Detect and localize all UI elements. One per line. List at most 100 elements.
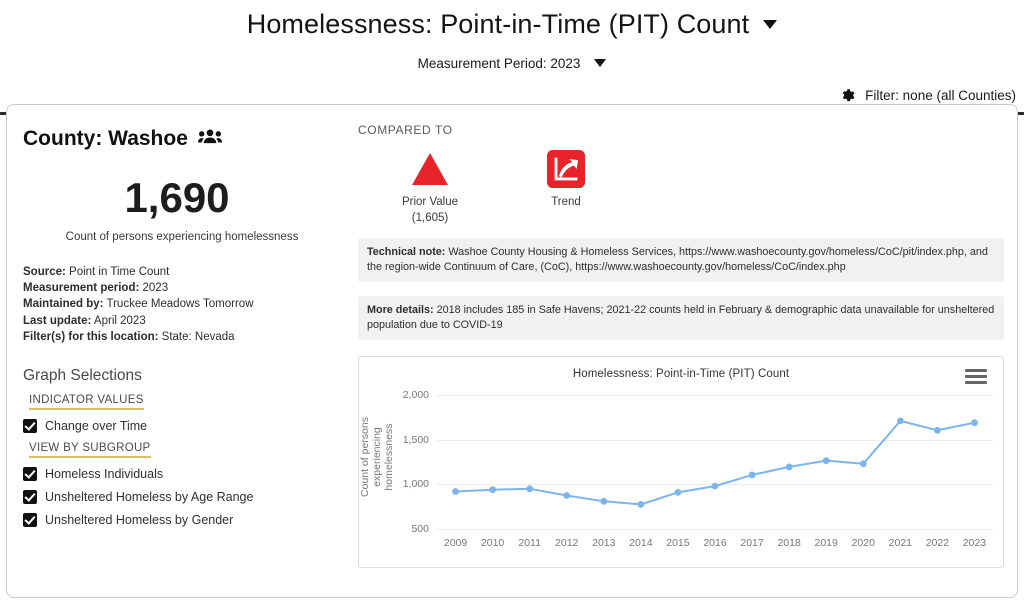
warning-triangle-icon	[386, 149, 474, 189]
more-details-key: More details:	[367, 304, 434, 316]
chart-x-tick-label: 2015	[666, 537, 690, 549]
chart-x-tick-label: 2023	[962, 537, 987, 549]
checkbox-row-homeless-individuals[interactable]: Homeless Individuals	[23, 467, 353, 482]
chart-data-point[interactable]	[489, 486, 496, 494]
checkbox-unsheltered-by-gender[interactable]	[23, 513, 37, 528]
left-panel: County: Washoe 1,690 Count of persons ex…	[23, 127, 353, 528]
chart-x-tick-label: 2013	[592, 537, 616, 549]
chart-data-point[interactable]	[748, 471, 756, 479]
chart-y-tick-label: 500	[411, 523, 429, 535]
page-header: Homelessness: Point-in-Time (PIT) Count …	[0, 0, 1024, 115]
chart-x-tick-label: 2017	[740, 537, 764, 549]
chart-x-tick-label: 2022	[925, 537, 950, 549]
more-details-note: More details: 2018 includes 185 in Safe …	[358, 296, 1004, 340]
checkbox-row-change-over-time[interactable]: Change over Time	[23, 419, 353, 434]
county-title-label: County: Washoe	[23, 127, 188, 150]
chart-data-point[interactable]	[971, 419, 978, 427]
metadata-key: Measurement period:	[23, 282, 140, 295]
more-details-value: 2018 includes 185 in Safe Havens; 2021-2…	[367, 304, 995, 331]
metadata-row: Maintained by: Truckee Meadows Tomorrow	[23, 296, 353, 312]
indicator-value-caption: Count of persons experiencing homelessne…	[65, 231, 299, 243]
gear-icon[interactable]	[840, 88, 855, 103]
right-panel: COMPARED TO Prior Value (1,605) Trend Te…	[358, 123, 1008, 568]
checkbox-label-homeless-individuals: Homeless Individuals	[45, 467, 164, 482]
chart-data-point[interactable]	[526, 485, 534, 493]
chart-y-axis-title-line2: homelessness	[383, 423, 395, 491]
chart-gridline	[437, 529, 993, 530]
checkbox-label-unsheltered-by-gender: Unsheltered Homeless by Gender	[45, 513, 234, 528]
chart-x-tick-label: 2019	[814, 537, 838, 549]
chart-data-point[interactable]	[896, 417, 904, 425]
chart-x-tick-label: 2016	[703, 537, 727, 549]
metadata-key: Last update:	[23, 314, 92, 327]
hamburger-line	[965, 380, 987, 384]
filter-row[interactable]: Filter: none (all Counties)	[0, 84, 1024, 106]
chart-y-axis-title-line1: Count of persons experiencing	[359, 417, 383, 497]
metadata-row: Source: Point in Time Count	[23, 264, 353, 280]
chart-data-point[interactable]	[822, 457, 830, 465]
chart-x-axis-labels: 2009 2010 2011 2012 2013 2014 2015 2016 2017 2018…	[437, 537, 993, 553]
chart-container: Homelessness: Point-in-Time (PIT) Count …	[358, 356, 1004, 568]
technical-note-key: Technical note:	[367, 246, 446, 258]
checkbox-unsheltered-by-age-range[interactable]	[23, 490, 37, 505]
chart-data-point[interactable]	[563, 492, 571, 499]
metadata-key: Filter(s) for this location:	[23, 330, 159, 343]
chart-y-tick-label: 2,000	[402, 389, 429, 401]
chart-x-tick-label: 2020	[851, 537, 875, 549]
metadata-value: Truckee Meadows Tomorrow	[103, 298, 254, 311]
indicator-values-heading: INDICATOR VALUES	[29, 394, 144, 411]
compare-items: Prior Value (1,605) Trend	[358, 149, 1008, 224]
metadata-key: Source:	[23, 266, 66, 278]
chart-x-tick-label: 2011	[518, 537, 541, 549]
metadata-list: Source: Point in Time Count Measurement …	[23, 264, 353, 345]
hamburger-menu-icon[interactable]	[965, 369, 987, 387]
chart-data-point[interactable]	[674, 488, 682, 496]
measurement-period-label: Measurement Period: 2023	[417, 55, 581, 71]
metadata-key: Maintained by:	[23, 298, 104, 311]
chart-data-point[interactable]	[452, 488, 459, 495]
chart-data-point[interactable]	[785, 463, 793, 471]
metadata-value: 2023	[139, 282, 169, 295]
page-title-row: Homelessness: Point-in-Time (PIT) Count	[0, 4, 1024, 44]
metadata-row: Measurement period: 2023	[23, 280, 353, 296]
chart-data-point[interactable]	[711, 482, 719, 490]
chart-data-point[interactable]	[637, 501, 645, 508]
technical-note: Technical note: Washoe County Housing & …	[358, 238, 1004, 282]
chart-x-tick-label: 2010	[480, 537, 505, 549]
indicator-dropdown-caret-icon[interactable]	[763, 19, 778, 29]
metadata-value: April 2023	[91, 314, 146, 327]
chart-data-point[interactable]	[859, 460, 867, 468]
compared-to-heading: COMPARED TO	[358, 123, 453, 137]
compare-item-prior-value[interactable]: Prior Value (1,605)	[386, 149, 474, 224]
filter-status-label: Filter: none (all Counties)	[865, 87, 1016, 103]
chart-y-tick-label: 1,500	[402, 433, 429, 446]
compare-item-trend[interactable]: Trend	[522, 149, 610, 224]
indicator-card: County: Washoe 1,690 Count of persons ex…	[6, 104, 1018, 598]
compare-label-trend: Trend	[551, 196, 581, 208]
graph-selections-title: Graph Selections	[23, 367, 142, 385]
chart-series-line	[455, 419, 975, 506]
chart-data-point[interactable]	[600, 497, 608, 505]
chart-body: Count of persons experiencing homelessne…	[359, 387, 1003, 567]
chart-plot-area[interactable]: 500 1,000 1,500 2,000	[403, 389, 993, 535]
checkbox-row-unsheltered-by-age-range[interactable]: Unsheltered Homeless by Age Range	[23, 490, 353, 505]
trend-up-icon	[522, 149, 610, 189]
hamburger-line	[965, 369, 987, 372]
metadata-row: Last update: April 2023	[23, 313, 353, 329]
view-by-subgroup-heading: VIEW BY SUBGROUP	[29, 442, 151, 459]
indicator-value: 1,690	[124, 174, 230, 221]
people-group-icon	[197, 127, 222, 151]
chart-x-tick-label: 2012	[555, 537, 579, 549]
chart-x-tick-label: 2021	[888, 537, 913, 549]
measurement-period-dropdown-caret-icon[interactable]	[594, 59, 607, 67]
chart-y-tick-label: 1,000	[402, 478, 429, 491]
compare-label-prior-value: Prior Value	[401, 196, 459, 208]
compare-sub-prior-value: (1,605)	[411, 212, 449, 224]
chart-x-tick-label: 2014	[629, 537, 653, 549]
checkbox-row-unsheltered-by-gender[interactable]: Unsheltered Homeless by Gender	[23, 513, 353, 528]
chart-data-point[interactable]	[934, 426, 941, 434]
checkbox-homeless-individuals[interactable]	[23, 467, 37, 482]
checkbox-change-over-time[interactable]	[23, 419, 37, 434]
indicator-values-section: INDICATOR VALUES	[23, 385, 353, 411]
chart-y-axis-title: Count of persons experiencing homelessne…	[359, 387, 395, 527]
